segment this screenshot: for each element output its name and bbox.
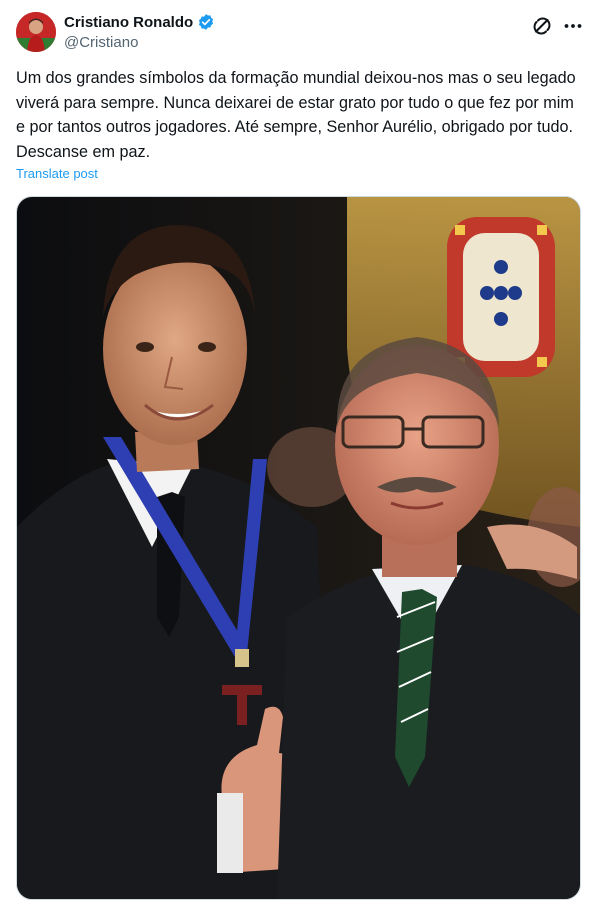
avatar[interactable] <box>16 12 56 52</box>
tweet-card: Cristiano Ronaldo @Cristiano Um dos gran… <box>0 0 599 906</box>
avatar-image <box>16 12 56 52</box>
author-handle[interactable]: @Cristiano <box>64 34 138 51</box>
post-text: Um dos grandes símbolos da formação mund… <box>16 69 581 161</box>
post-photo[interactable] <box>16 196 581 900</box>
grok-icon[interactable] <box>531 15 553 37</box>
author-display-name[interactable]: Cristiano Ronaldo <box>64 14 193 31</box>
translate-post-link[interactable]: Translate post <box>16 166 98 181</box>
author-name-row: Cristiano Ronaldo <box>64 13 215 31</box>
verified-badge-icon <box>197 13 215 31</box>
photo-image <box>17 197 580 899</box>
more-options-icon[interactable] <box>562 15 584 37</box>
